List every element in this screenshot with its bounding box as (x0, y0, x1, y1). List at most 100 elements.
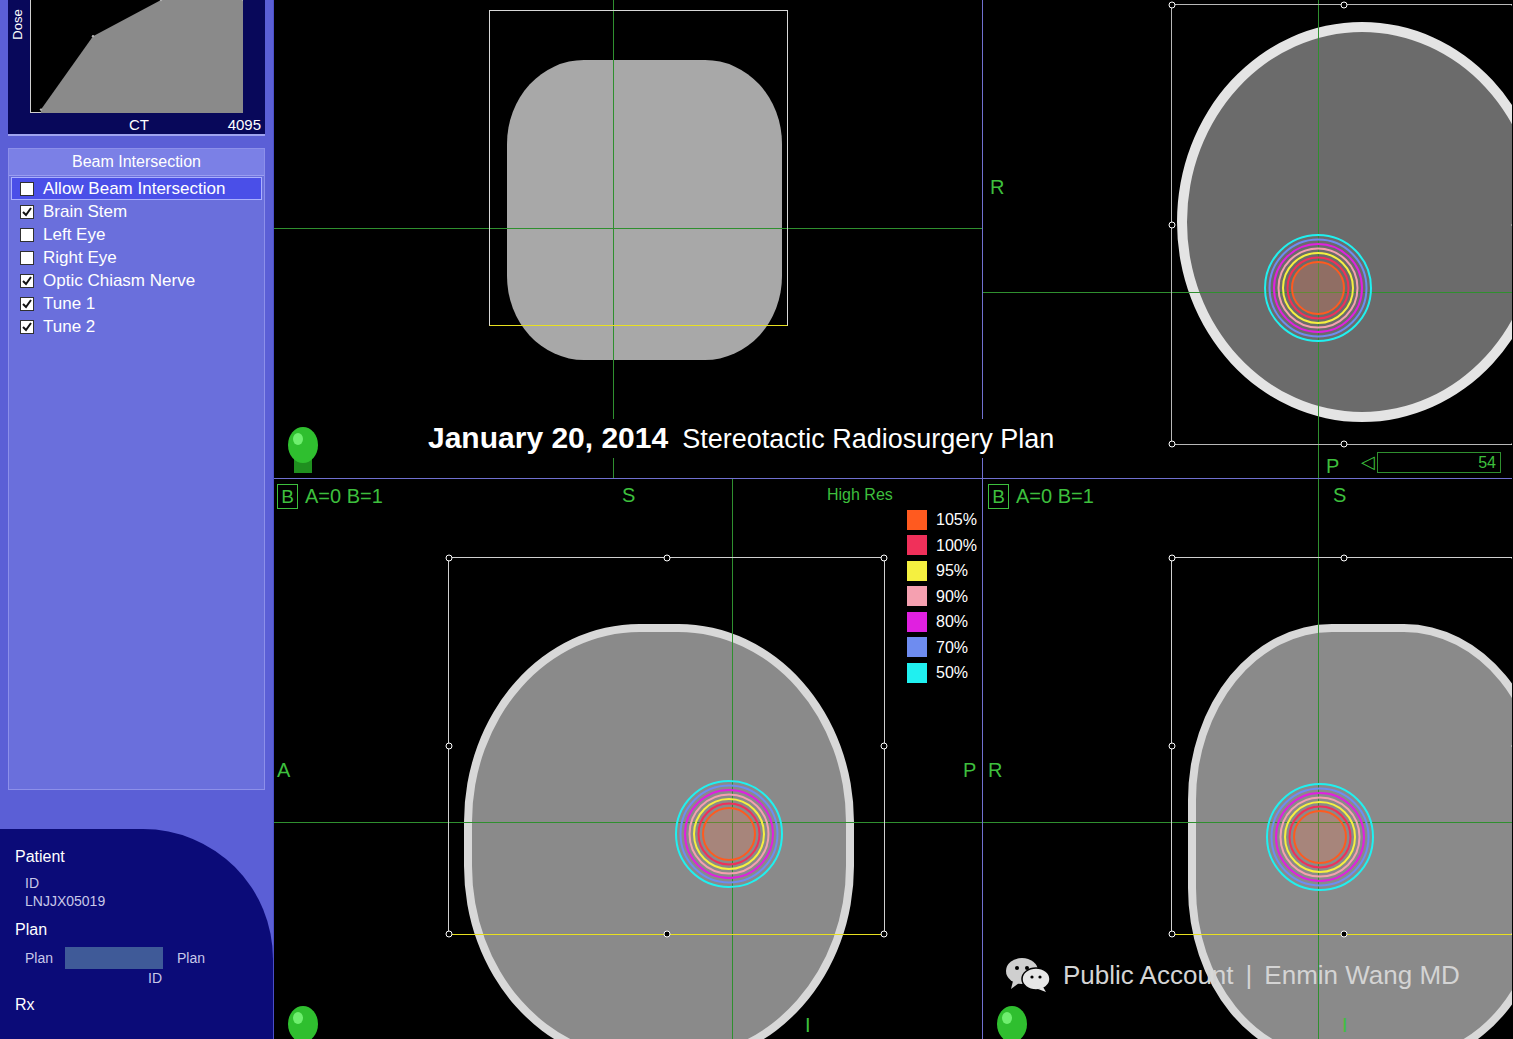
beam-item[interactable]: Optic Chiasm Nerve (11, 269, 262, 292)
resize-handle[interactable] (1169, 441, 1176, 448)
head-orientation-icon[interactable] (284, 1004, 322, 1039)
coronal-view[interactable]: B A=0 B=1 S R I Public Account | Enmin W… (983, 479, 1512, 1039)
sagittal-view[interactable]: B A=0 B=1 S A P I High Res 105%100%95%90… (274, 479, 983, 1039)
beam-item[interactable]: Brain Stem (11, 200, 262, 223)
resize-handle[interactable] (1512, 221, 1513, 228)
chart-y-label: Dose (11, 9, 24, 39)
resize-handle[interactable] (663, 555, 670, 562)
slice-arrow[interactable]: ◁ (1361, 452, 1375, 473)
head-orientation-icon[interactable] (284, 425, 322, 473)
resize-handle[interactable] (1512, 441, 1513, 448)
isodose-ring (1283, 253, 1353, 323)
checkbox[interactable] (20, 228, 34, 242)
isodose-ring (1267, 784, 1373, 890)
resize-handle[interactable] (881, 931, 888, 938)
crosshair-vertical (613, 0, 614, 478)
crosshair-horizontal (983, 822, 1512, 823)
patient-id: LNJJX05019 (15, 892, 273, 910)
beam-item[interactable]: Allow Beam Intersection (11, 177, 262, 200)
resize-handle[interactable] (1512, 931, 1513, 938)
slice-slider[interactable]: ◁ 54 (1361, 452, 1501, 473)
beam-item-label[interactable]: Optic Chiasm Nerve (43, 270, 195, 291)
axial-view[interactable]: R P ◁ 54 (983, 0, 1512, 479)
render-view[interactable] (274, 0, 983, 479)
isodose-ring (690, 795, 769, 874)
checkbox[interactable] (20, 297, 34, 311)
orientation-label: A (277, 759, 290, 781)
checkbox[interactable] (20, 205, 34, 219)
beam-item-label[interactable]: Left Eye (43, 224, 105, 245)
dose-area (41, 0, 243, 113)
legend-item: 90% (907, 584, 977, 610)
beam-item-label[interactable]: Allow Beam Intersection (43, 178, 225, 199)
resize-handle[interactable] (1340, 2, 1347, 9)
beam-item[interactable]: Right Eye (11, 246, 262, 269)
resize-handle[interactable] (1512, 2, 1513, 9)
caption-date: January 20, 2014 (428, 419, 668, 457)
resize-handle[interactable] (1169, 221, 1176, 228)
bounding-box[interactable] (448, 557, 885, 935)
legend-swatch (907, 586, 927, 606)
viewports: R P ◁ 54 B A=0 B=1 S A P I High Res 105%… (274, 0, 1512, 1039)
beam-item[interactable]: Tune 1 (11, 292, 262, 315)
resize-handle[interactable] (446, 743, 453, 750)
resize-handle[interactable] (1169, 2, 1176, 9)
curve-point (242, 0, 243, 1)
check-icon (21, 298, 33, 310)
resize-handle[interactable] (881, 743, 888, 750)
checkbox[interactable] (20, 182, 34, 196)
dose-histogram: Dose CT 4095 (8, 0, 265, 136)
resize-handle[interactable] (663, 931, 670, 938)
resize-handle[interactable] (1512, 555, 1513, 562)
resize-handle[interactable] (1169, 931, 1176, 938)
isodose-ring (1274, 244, 1362, 332)
watermark-separator: | (1246, 959, 1253, 991)
bounding-box[interactable] (1171, 4, 1512, 445)
view-badge: B (277, 484, 298, 509)
isodose-ring (1279, 249, 1358, 328)
resize-handle[interactable] (1169, 555, 1176, 562)
slice-value[interactable]: 54 (1377, 452, 1501, 473)
resize-handle[interactable] (446, 555, 453, 562)
isodose-ring (1294, 811, 1346, 863)
plan-row: Plan Plan (15, 947, 273, 969)
legend-swatch (907, 612, 927, 632)
resize-handle[interactable] (1512, 743, 1513, 750)
chart-x-max: 4095 (228, 116, 261, 134)
check-icon (21, 321, 33, 333)
beam-item[interactable]: Left Eye (11, 223, 262, 246)
crosshair-horizontal (274, 822, 982, 823)
legend-swatch (907, 510, 927, 530)
resize-handle[interactable] (1169, 743, 1176, 750)
dose-curve (31, 0, 243, 113)
beam-item-label[interactable]: Tune 1 (43, 293, 95, 314)
beam-item[interactable]: Tune 2 (11, 315, 262, 338)
bounding-box[interactable] (1171, 557, 1512, 935)
resize-handle[interactable] (1340, 931, 1347, 938)
beam-item-label[interactable]: Right Eye (43, 247, 117, 268)
legend-label: 100% (936, 536, 977, 555)
face-render (507, 60, 782, 360)
resize-handle[interactable] (1340, 555, 1347, 562)
legend-swatch (907, 637, 927, 657)
curve-point (40, 108, 42, 110)
check-icon (21, 206, 33, 218)
orientation-label: I (1342, 1014, 1348, 1036)
legend-swatch (907, 663, 927, 683)
checkbox[interactable] (20, 251, 34, 265)
head-orientation-icon[interactable] (993, 1004, 1031, 1039)
rings-graphic (669, 774, 789, 894)
checkbox[interactable] (20, 274, 34, 288)
checkbox[interactable] (20, 320, 34, 334)
isodose-ring (681, 786, 778, 883)
isodose-ring (694, 799, 764, 869)
legend-item: 105% (907, 507, 977, 533)
isodose-ring (685, 790, 773, 878)
bounding-box[interactable] (489, 10, 788, 326)
resize-handle[interactable] (881, 555, 888, 562)
beam-item-label[interactable]: Brain Stem (43, 201, 127, 222)
resize-handle[interactable] (446, 931, 453, 938)
plan-name-field[interactable] (65, 947, 163, 969)
resize-handle[interactable] (1340, 441, 1347, 448)
beam-item-label[interactable]: Tune 2 (43, 316, 95, 337)
